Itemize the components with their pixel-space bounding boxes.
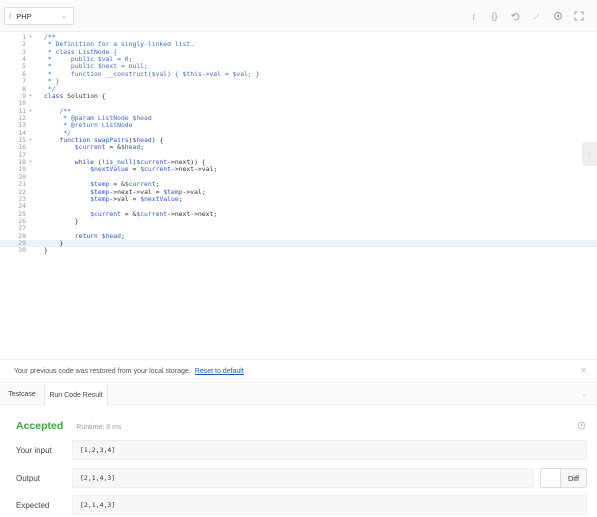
info-icon[interactable]: i — [463, 9, 484, 23]
code-line[interactable]: 10 — [0, 99, 597, 107]
fullscreen-icon[interactable] — [568, 9, 589, 23]
undo-icon[interactable] — [505, 9, 526, 23]
shortcut-icon[interactable] — [526, 9, 547, 23]
code-text: } — [44, 246, 48, 255]
chevron-down-icon: ⌄ — [61, 13, 67, 20]
tab-run-code-result[interactable]: Run Code Result — [44, 384, 108, 406]
fold-arrow-icon[interactable]: ▾ — [29, 137, 32, 144]
code-line[interactable]: 7 * } — [0, 77, 597, 85]
fold-arrow-icon[interactable]: ▾ — [29, 108, 32, 115]
code-text: $current = &$head; — [74, 143, 145, 152]
code-lines[interactable]: 1 ▾/** 2 * Definition for a singly-linked … — [0, 33, 597, 255]
code-line[interactable]: 26 } — [0, 216, 597, 225]
code-line[interactable]: 6 * function __construct($val) { $this->… — [0, 69, 597, 78]
code-line[interactable]: 16 $current = &$head; — [0, 143, 597, 152]
side-panel-toggle[interactable]: ‹ — [582, 142, 597, 166]
output-label: Output — [16, 474, 41, 483]
code-line[interactable]: 13 * @return ListNode — [0, 121, 597, 129]
code-line[interactable]: 29 } — [0, 239, 597, 248]
code-text: * function __construct($val) { $this->va… — [44, 69, 260, 78]
code-line[interactable]: 9 ▾ class Solution { — [0, 91, 597, 100]
close-icon[interactable]: ✕ — [580, 366, 587, 375]
code-line[interactable]: 25 $current = &$current->next->next; — [0, 210, 597, 218]
code-line[interactable]: 28 return $head; — [0, 232, 597, 240]
settings-icon[interactable] — [547, 9, 568, 23]
input-label: Your input — [16, 446, 52, 455]
braces-icon[interactable]: {} — [484, 9, 505, 23]
console-tabs: Testcase Run Code Result ⌄ — [0, 384, 597, 406]
result-status: Accepted — [16, 420, 64, 432]
fold-arrow-icon[interactable]: ▾ — [29, 93, 32, 100]
language-select-value: PHP — [16, 11, 32, 21]
fold-arrow-icon[interactable]: ▾ — [29, 34, 32, 41]
language-select[interactable]: i PHP ⌄ — [4, 7, 74, 25]
code-text: class Solution { — [44, 91, 106, 100]
restore-notice: Your previous code was restored from you… — [0, 359, 597, 383]
diff-toggle[interactable]: Diff — [540, 468, 587, 488]
runtime-text: Runtime: 8 ms — [76, 424, 122, 431]
code-editor[interactable]: 1 ▾/** 2 * Definition for a singly-linked … — [0, 32, 597, 357]
code-line[interactable]: 30} — [0, 246, 597, 255]
clock-icon — [577, 421, 586, 432]
expected-value: [2,1,4,3] — [72, 495, 587, 515]
diff-label: Diff — [567, 473, 580, 483]
code-text: $nextValue = $current->next->val; — [90, 165, 218, 174]
code-text: $temp->val = $nextValue; — [90, 194, 183, 203]
tab-testcase[interactable]: Testcase — [0, 384, 44, 405]
code-line[interactable]: 19 $nextValue = $current->next->val; — [0, 165, 597, 174]
chevron-down-icon[interactable]: ⌄ — [581, 390, 587, 398]
toolbar-icons: i {} — [463, 9, 589, 23]
svg-text:i: i — [473, 12, 476, 21]
output-value: [2,1,4,3] — [72, 468, 534, 488]
result-header: Accepted Runtime: 8 ms — [16, 420, 121, 432]
diff-switch[interactable] — [541, 469, 561, 487]
reset-to-default-link[interactable]: Reset to default — [195, 368, 244, 375]
input-value: [1,2,3,4] — [72, 440, 587, 460]
fold-arrow-icon[interactable]: ▾ — [29, 159, 32, 166]
restore-message: Your previous code was restored from you… — [14, 367, 191, 375]
line-number: 30 — [18, 246, 26, 255]
language-info-icon: i — [9, 12, 12, 20]
editor-toolbar: i PHP ⌄ i {} — [0, 0, 597, 32]
code-line[interactable]: 23 $temp->val = $nextValue; — [0, 194, 597, 203]
expected-label: Expected — [16, 501, 50, 510]
code-text: } — [44, 216, 79, 225]
